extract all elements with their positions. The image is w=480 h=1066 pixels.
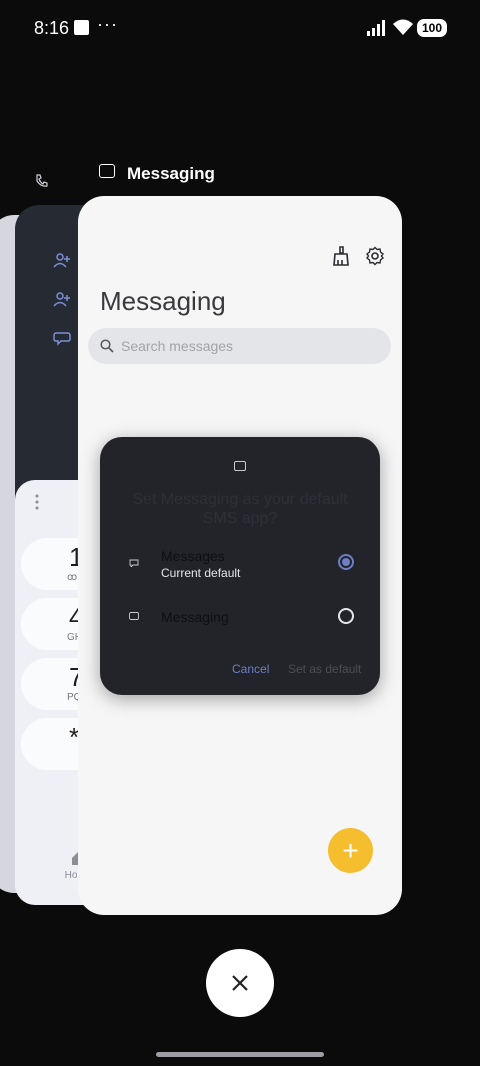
set-as-default-button[interactable]: Set as default (288, 662, 361, 676)
close-icon (232, 975, 248, 991)
default-sms-dialog: Set Messaging as your default SMS app? M… (100, 437, 380, 695)
cancel-button[interactable]: Cancel (232, 662, 269, 676)
messaging-app-icon (99, 164, 115, 178)
option-name: Messaging (161, 609, 229, 625)
add-contact-icon (53, 253, 70, 268)
status-time: 8:16 (34, 18, 70, 38)
card-app-label: Messaging (127, 164, 215, 183)
dialog-title: Set Messaging as your default SMS app? (132, 491, 348, 527)
wifi-icon (393, 19, 413, 35)
search-input[interactable]: Search messages (88, 328, 391, 364)
close-all-button[interactable] (206, 949, 274, 1017)
broom-clean-icon[interactable] (331, 246, 351, 266)
radio-selected[interactable] (338, 554, 354, 570)
gesture-handle[interactable] (156, 1052, 324, 1057)
option-subtitle: Current default (161, 566, 241, 580)
new-message-button[interactable]: + (328, 828, 373, 873)
search-placeholder: Search messages (121, 338, 234, 354)
battery-indicator: 100 (417, 19, 447, 37)
more-notifications-icon: ··· (97, 14, 118, 34)
signal-icon (367, 20, 385, 36)
chat-bubble-icon (53, 332, 71, 346)
option-name: Messages (161, 548, 225, 564)
key-letters: ꝏ (67, 572, 78, 583)
phone-icon (36, 174, 48, 187)
status-bar: 8:16 ··· 100 (0, 0, 480, 56)
messaging-app-icon (129, 612, 139, 620)
radio-unselected[interactable] (338, 608, 354, 624)
settings-gear-icon[interactable] (365, 246, 385, 266)
notification-square-icon (74, 20, 89, 35)
chat-bubble-icon (129, 559, 139, 567)
messaging-app-icon (234, 461, 246, 471)
more-options-icon (35, 494, 39, 510)
search-icon (100, 339, 114, 353)
page-title: Messaging (100, 286, 226, 316)
add-contact-icon (53, 292, 70, 307)
